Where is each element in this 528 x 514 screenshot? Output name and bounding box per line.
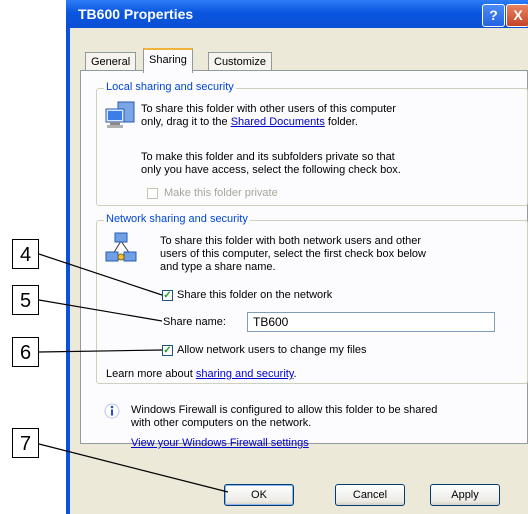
callout-line-5 bbox=[38, 299, 163, 322]
callout-line-7 bbox=[38, 443, 229, 493]
callout-leader-lines bbox=[38, 253, 229, 493]
callout-4: 4 bbox=[12, 239, 39, 269]
callout-line-4 bbox=[38, 253, 163, 296]
callout-7: 7 bbox=[12, 428, 39, 458]
callout-line-6 bbox=[38, 349, 163, 353]
callout-5: 5 bbox=[12, 285, 39, 315]
callout-6: 6 bbox=[12, 337, 39, 367]
